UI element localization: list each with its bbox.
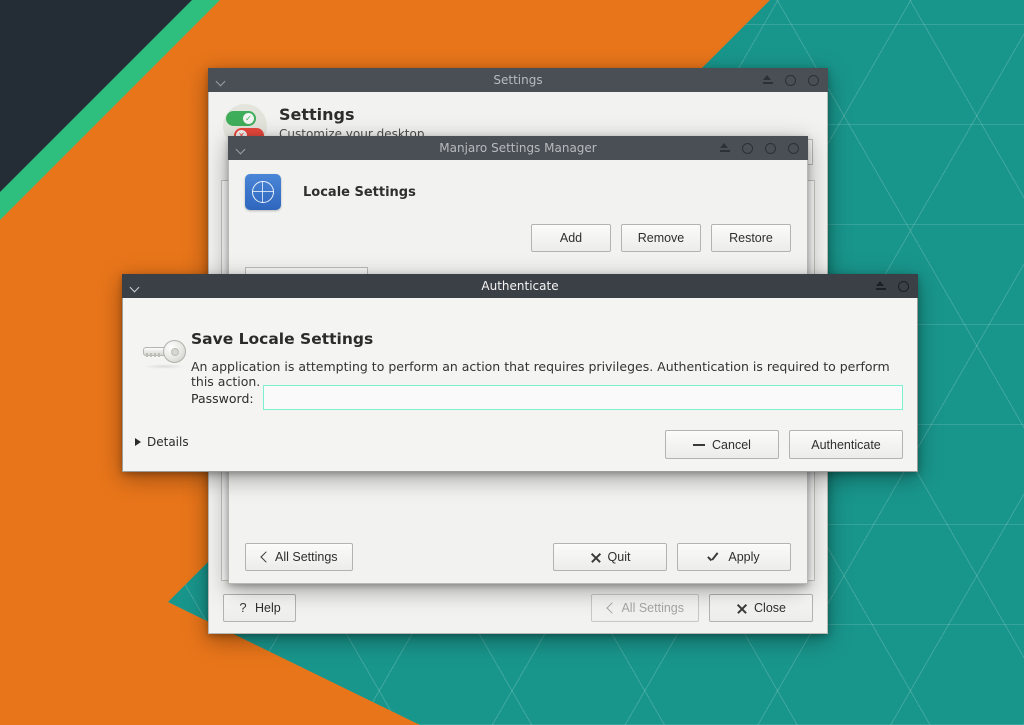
restore-button[interactable]: Restore (711, 224, 791, 252)
circle-icon (808, 75, 819, 86)
msm-shade-button[interactable] (718, 142, 731, 155)
shade-icon (875, 281, 886, 291)
msm-all-settings-button[interactable]: All Settings (245, 543, 353, 571)
cancel-button[interactable]: Cancel (665, 430, 779, 459)
quit-button-label: Quit (608, 550, 631, 564)
globe-locale-icon (245, 174, 281, 210)
toggle-on-icon: ✓ (226, 111, 256, 126)
shade-icon (762, 75, 773, 85)
password-input[interactable] (263, 385, 903, 410)
auth-close-button[interactable] (897, 280, 910, 293)
shade-icon (719, 143, 730, 153)
settings-footer: ? Help All Settings Close (209, 583, 827, 633)
auth-window-menu-button[interactable] (122, 274, 148, 298)
settings-all-settings-button[interactable]: All Settings (591, 594, 699, 622)
auth-titlebar[interactable]: Authenticate (122, 274, 918, 298)
details-disclosure[interactable]: Details (135, 435, 189, 449)
msm-action-buttons: Add Remove Restore (229, 210, 807, 252)
close-x-icon (590, 552, 601, 563)
circle-icon (785, 75, 796, 86)
chevron-down-icon (217, 78, 226, 83)
msm-footer: All Settings Quit Apply (229, 531, 807, 583)
question-mark-icon: ? (238, 602, 248, 614)
circle-icon (898, 281, 909, 292)
msm-titlebar-buttons (718, 136, 808, 160)
add-button-label: Add (560, 231, 582, 245)
close-button[interactable]: Close (709, 594, 813, 622)
authenticate-dialog[interactable]: Authenticate Save Locale Settings An app… (122, 274, 918, 472)
restore-button-label: Restore (729, 231, 773, 245)
auth-shade-button[interactable] (874, 280, 887, 293)
password-label: Password: (191, 391, 254, 406)
circle-icon (742, 143, 753, 154)
triangle-right-icon (135, 438, 141, 446)
circle-icon (788, 143, 799, 154)
help-button-label: Help (255, 601, 281, 615)
auth-dialog-body: Save Locale Settings An application is a… (122, 298, 918, 472)
settings-titlebar-buttons (761, 68, 828, 92)
chevron-down-icon (237, 146, 246, 151)
all-settings-label: All Settings (621, 601, 684, 615)
msm-close-button[interactable] (787, 142, 800, 155)
key-icon (141, 334, 187, 374)
close-button-label: Close (754, 601, 786, 615)
msm-all-settings-label: All Settings (275, 550, 338, 564)
auth-titlebar-buttons (874, 274, 918, 298)
cancel-button-label: Cancel (712, 438, 751, 452)
msm-titlebar[interactable]: Manjaro Settings Manager (228, 136, 808, 160)
settings-window-title: Settings (208, 68, 828, 92)
msm-minimize-button[interactable] (741, 142, 754, 155)
authenticate-button-label: Authenticate (811, 438, 881, 452)
remove-button[interactable]: Remove (621, 224, 701, 252)
desktop-screen: Settings ✓ ✕ (0, 0, 1024, 725)
apply-button-label: Apply (728, 550, 759, 564)
remove-button-label: Remove (638, 231, 685, 245)
circle-icon (765, 143, 776, 154)
settings-close-button[interactable] (807, 74, 820, 87)
chevron-left-icon (260, 551, 268, 563)
minus-icon (693, 439, 705, 450)
settings-page-title: Settings (279, 105, 424, 124)
quit-button[interactable]: Quit (553, 543, 667, 571)
add-button[interactable]: Add (531, 224, 611, 252)
settings-shade-button[interactable] (761, 74, 774, 87)
details-label: Details (147, 435, 189, 449)
authenticate-button[interactable]: Authenticate (789, 430, 903, 459)
msm-page-title: Locale Settings (303, 185, 416, 200)
settings-minimize-button[interactable] (784, 74, 797, 87)
help-button[interactable]: ? Help (223, 594, 296, 622)
auth-window-title: Authenticate (122, 274, 918, 298)
msm-maximize-button[interactable] (764, 142, 777, 155)
chevron-left-icon (606, 602, 614, 614)
msm-window-menu-button[interactable] (228, 136, 254, 160)
auth-footer: Cancel Authenticate (665, 430, 903, 459)
close-x-icon (736, 603, 747, 614)
chevron-down-icon (131, 284, 140, 289)
settings-titlebar[interactable]: Settings (208, 68, 828, 92)
check-icon (708, 552, 721, 563)
msm-header: Locale Settings (229, 160, 807, 210)
apply-button[interactable]: Apply (677, 543, 791, 571)
settings-window-menu-button[interactable] (208, 68, 234, 92)
auth-heading: Save Locale Settings (191, 330, 373, 348)
